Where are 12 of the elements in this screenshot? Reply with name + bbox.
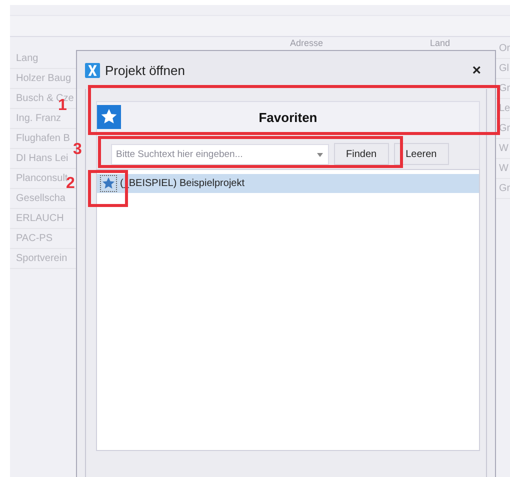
callout-number: 2 xyxy=(66,176,75,192)
app-logo-icon xyxy=(85,62,100,78)
section-title: Favoriten xyxy=(258,110,318,124)
action-button[interactable]: Leeren xyxy=(394,143,449,165)
window-title: Projekt öffnen xyxy=(105,62,186,78)
search-field[interactable]: Bitte Suchtext hier eingeben... xyxy=(111,144,329,164)
close-button[interactable]: × xyxy=(468,62,485,78)
caret-icon xyxy=(317,152,323,156)
callout-number: 3 xyxy=(73,142,82,158)
column-header: Land xyxy=(430,39,450,48)
star-icon xyxy=(101,176,116,191)
column-header: Adresse xyxy=(290,39,324,48)
